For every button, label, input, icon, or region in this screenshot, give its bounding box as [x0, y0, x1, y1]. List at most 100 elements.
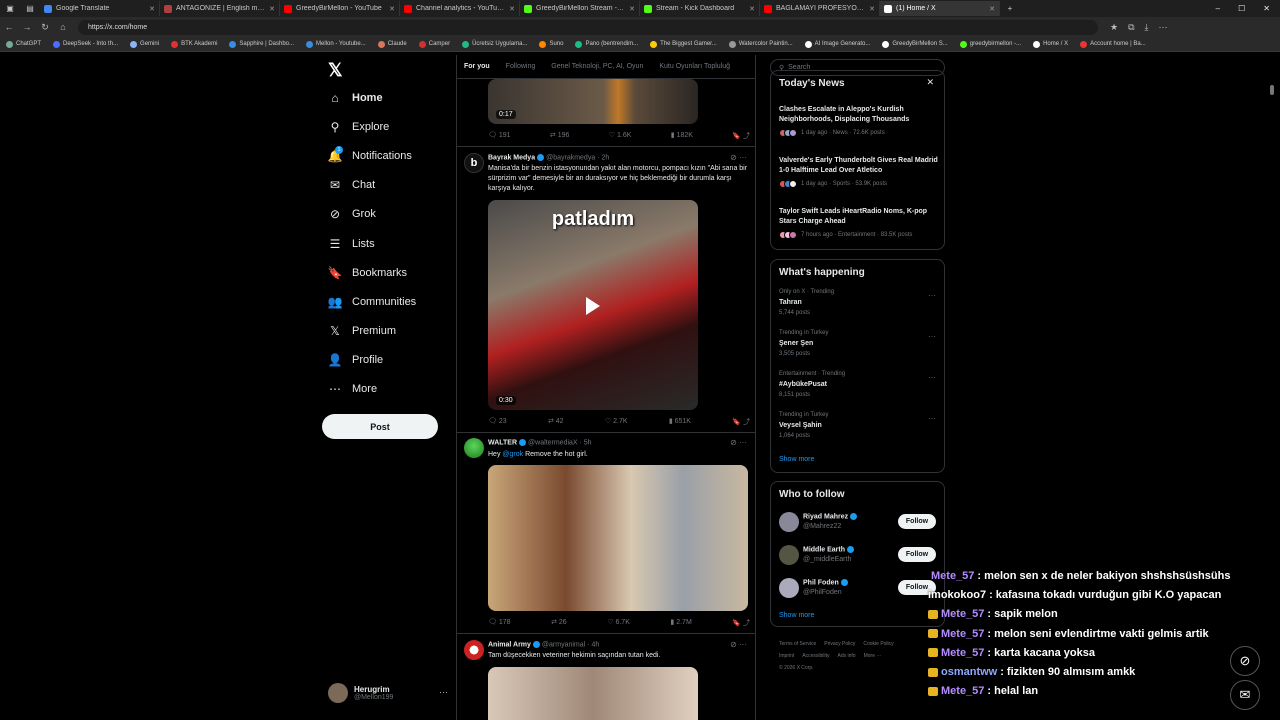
- avatar[interactable]: [779, 545, 799, 565]
- chat-username[interactable]: Mete_57: [941, 647, 984, 659]
- views-button[interactable]: ▮ 651K: [669, 417, 691, 427]
- bookmark-item[interactable]: Suno: [533, 40, 569, 48]
- reload-icon[interactable]: ↻: [36, 22, 54, 33]
- tab-groups-icon[interactable]: ▤: [20, 4, 40, 13]
- trend-name[interactable]: Şener Şen: [779, 340, 813, 347]
- bookmark-item[interactable]: ChatGPT: [0, 40, 47, 48]
- bookmark-item[interactable]: Account home | Ba...: [1074, 40, 1152, 48]
- messages-icon[interactable]: ✉: [1230, 680, 1260, 710]
- bookmark-item[interactable]: Claude: [372, 40, 413, 48]
- home-page-icon[interactable]: ⌂: [54, 22, 72, 32]
- author-name[interactable]: WALTER: [488, 439, 517, 446]
- reply-button[interactable]: 🗨 178: [488, 618, 511, 628]
- chat-username[interactable]: osmantww: [941, 666, 997, 678]
- repost-button[interactable]: ⇄ 26: [551, 618, 567, 628]
- tab-close-icon[interactable]: ✕: [629, 5, 635, 13]
- footer-link[interactable]: Terms of Service: [779, 641, 816, 647]
- browser-tab[interactable]: BAĞLAMAYI PROFESYONEL ÇALM✕: [760, 1, 880, 16]
- browser-tab[interactable]: GreedyBirMellon - YouTube ✕: [280, 1, 400, 16]
- browser-tab[interactable]: Channel analytics - YouTube Studi ✕: [400, 1, 520, 16]
- back-icon[interactable]: ←: [0, 22, 18, 32]
- browser-tab[interactable]: Stream - Kick Dashboard ✕: [640, 1, 760, 16]
- views-button[interactable]: ▮ 2.7M: [670, 618, 691, 628]
- bookmark-item[interactable]: Camper: [413, 40, 456, 48]
- bookmark-item[interactable]: Ücretsiz Uygulama...: [456, 40, 533, 48]
- download-icon[interactable]: ⤓: [1145, 22, 1149, 33]
- menu-icon[interactable]: ⋯: [1159, 22, 1168, 33]
- nav-item-profile[interactable]: 👤 Profile: [328, 353, 384, 367]
- url-field[interactable]: https://x.com/home: [78, 19, 1098, 35]
- browser-tab[interactable]: GreedyBirMellon Stream - Watch✕: [520, 1, 640, 16]
- news-headline[interactable]: Clashes Escalate in Aleppo's Kurdish Nei…: [779, 105, 939, 125]
- tweet-time[interactable]: · 4h: [587, 641, 599, 648]
- maximize-icon[interactable]: ☐: [1238, 4, 1245, 13]
- nav-item-explore[interactable]: ⚲ Explore: [328, 120, 390, 134]
- tab-close-icon[interactable]: ✕: [149, 5, 155, 13]
- follow-button[interactable]: Follow: [898, 547, 936, 562]
- trend-name[interactable]: Tahran: [779, 299, 802, 306]
- browser-tab[interactable]: ANTAGONIZE | English meaning -✕: [160, 1, 280, 16]
- reply-button[interactable]: 🗨 191: [488, 131, 511, 141]
- footer-link[interactable]: Accessibility: [802, 653, 829, 659]
- repost-button[interactable]: ⇄ 42: [548, 417, 564, 427]
- tweet-media[interactable]: [488, 465, 748, 611]
- bookmark-item[interactable]: AI Image Generato...: [799, 40, 877, 48]
- bookmark-button[interactable]: 🔖 ⤴: [732, 618, 750, 628]
- footer-link[interactable]: Cookie Policy: [863, 641, 893, 647]
- star-icon[interactable]: ★: [1110, 22, 1118, 33]
- tweet-time[interactable]: · 5h: [580, 439, 592, 446]
- repost-button[interactable]: ⇄ 196: [550, 131, 570, 141]
- forward-icon[interactable]: →: [18, 22, 36, 32]
- footer-link[interactable]: Imprint: [779, 653, 794, 659]
- nav-item-bookmarks[interactable]: 🔖 Bookmarks: [328, 266, 408, 280]
- more-icon[interactable]: ⊘ ···: [730, 438, 747, 447]
- tab-close-icon[interactable]: ✕: [869, 5, 875, 13]
- reply-button[interactable]: 🗨 23: [488, 417, 507, 427]
- bookmark-item[interactable]: Gemini: [124, 40, 165, 48]
- author-handle[interactable]: @bayrakmedya: [546, 154, 595, 161]
- chat-username[interactable]: Mete_57: [941, 685, 984, 697]
- timeline-tab[interactable]: Kutu Oyunları Topluluğ: [659, 63, 730, 70]
- footer-link[interactable]: Ads info: [838, 653, 856, 659]
- nav-item-lists[interactable]: ☰ Lists: [328, 237, 375, 251]
- views-button[interactable]: ▮ 182K: [671, 131, 693, 141]
- chat-username[interactable]: Mete_57: [941, 608, 984, 620]
- more-icon[interactable]: ···: [928, 373, 936, 382]
- grok-icon[interactable]: ⊘: [1230, 646, 1260, 676]
- mention-link[interactable]: @grok: [502, 451, 523, 458]
- avatar[interactable]: b: [464, 153, 484, 173]
- timeline-tab[interactable]: Following: [506, 63, 536, 70]
- tab-close-icon[interactable]: ✕: [389, 5, 395, 13]
- bookmark-item[interactable]: GreedyBirMellon S...: [876, 40, 953, 48]
- bookmark-item[interactable]: greedybirmellon -...: [954, 40, 1027, 48]
- x-logo-icon[interactable]: 𝕏: [328, 60, 343, 81]
- timeline-tab[interactable]: For you: [464, 63, 490, 70]
- avatar[interactable]: [779, 578, 799, 598]
- author-name[interactable]: Animal Army: [488, 641, 531, 648]
- nav-item-grok[interactable]: ⊘ Grok: [328, 207, 376, 221]
- avatar[interactable]: [779, 512, 799, 532]
- browser-tab[interactable]: Google Translate ✕: [40, 1, 160, 16]
- tweet-time[interactable]: · 2h: [597, 154, 609, 161]
- nav-item-notifications[interactable]: 🔔 Notifications 1: [328, 146, 412, 163]
- bookmark-item[interactable]: Pano (bentrendim...: [569, 40, 644, 48]
- news-headline[interactable]: Valverde's Early Thunderbolt Gives Real …: [779, 156, 939, 176]
- author-name[interactable]: Bayrak Medya: [488, 154, 535, 161]
- post-button[interactable]: Post: [322, 414, 438, 439]
- extensions-icon[interactable]: ⧉: [1128, 22, 1134, 33]
- play-icon[interactable]: [586, 297, 600, 315]
- avatar[interactable]: [464, 438, 484, 458]
- more-icon[interactable]: ···: [928, 332, 936, 341]
- more-icon[interactable]: ⊘ ···: [730, 640, 747, 649]
- news-headline[interactable]: Taylor Swift Leads iHeartRadio Noms, K-p…: [779, 207, 939, 227]
- bookmark-item[interactable]: DeepSeek - Into th...: [47, 40, 124, 48]
- show-more-link[interactable]: Show more: [779, 612, 814, 619]
- tweet-media[interactable]: 0:17: [488, 79, 698, 124]
- tab-close-icon[interactable]: ✕: [989, 5, 995, 13]
- browser-tab[interactable]: (1) Home / X ✕: [880, 1, 1000, 16]
- more-icon[interactable]: ···: [928, 291, 936, 300]
- tab-close-icon[interactable]: ✕: [749, 5, 755, 13]
- bookmark-item[interactable]: Sapphire | Dashbo...: [223, 40, 300, 48]
- bookmark-item[interactable]: The Biggest Gamer...: [644, 40, 723, 48]
- author-handle[interactable]: @armyanimal: [542, 641, 585, 648]
